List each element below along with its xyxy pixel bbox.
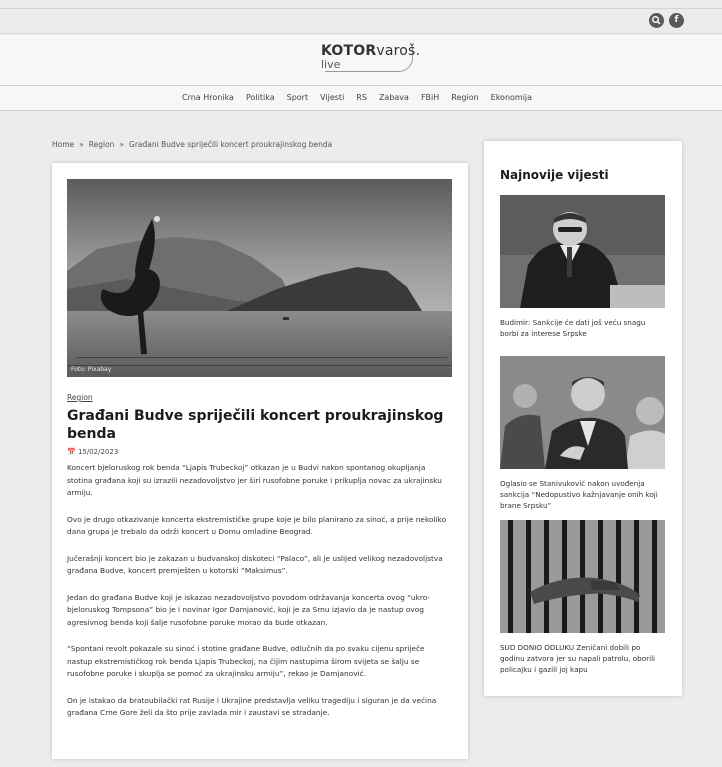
nav-item-fbih[interactable]: FBiH <box>421 93 439 102</box>
nav-item-ekonomija[interactable]: Ekonomija <box>491 93 532 102</box>
sidebar-heading: Najnovije vijesti <box>500 168 609 182</box>
breadcrumb: Home » Region » Građani Budve spriječili… <box>52 140 332 149</box>
nav-item-sport[interactable]: Sport <box>287 93 308 102</box>
news-thumbnail[interactable] <box>500 195 665 308</box>
breadcrumb-current: Građani Budve spriječili koncert proukra… <box>129 140 333 149</box>
article-title: Građani Budve spriječili koncert proukra… <box>67 408 444 442</box>
news-thumbnail[interactable] <box>500 356 665 469</box>
article-date-text: 15/02/2023 <box>77 448 119 456</box>
nav-item-zabava[interactable]: Zabava <box>379 93 409 102</box>
news-thumbnail[interactable] <box>500 520 665 633</box>
nav-item-politika[interactable]: Politika <box>246 93 275 102</box>
article-paragraph: Jedan do građana Budve koji je iskazao n… <box>67 592 431 627</box>
calendar-icon: 📅 <box>67 448 76 456</box>
main-nav: Crna Hronika Politika Sport Vijesti RS Zabava… <box>0 85 722 111</box>
top-bar: f <box>0 8 722 34</box>
search-icon[interactable] <box>649 13 664 28</box>
article-date: 📅 15/02/2023 <box>67 448 118 456</box>
news-item[interactable]: Oglasio se Stanivuković nakon uvođenja s… <box>500 356 665 511</box>
site-logo[interactable]: KOTORvaroš. live <box>321 43 420 73</box>
nav-item-rs[interactable]: RS <box>356 93 367 102</box>
logo-sub: live <box>321 58 341 71</box>
breadcrumb-separator: » <box>119 140 125 149</box>
hero-photo <box>67 179 452 377</box>
article-paragraph: “Spontani revolt pokazale su sinoć i sto… <box>67 644 425 678</box>
breadcrumb-separator: » <box>79 140 84 149</box>
image-credit: Foto: Pixabay <box>71 366 112 373</box>
nav-item-vijesti[interactable]: Vijesti <box>320 93 344 102</box>
article-body: Koncert bjeloruskog rok benda “Ljapis Tr… <box>67 462 452 734</box>
site-header: KOTORvaroš. live <box>0 35 722 85</box>
logo-brand: KOTOR <box>321 43 377 59</box>
article-category[interactable]: Region <box>67 393 93 402</box>
news-caption[interactable]: Oglasio se Stanivuković nakon uvođenja s… <box>500 478 665 511</box>
latest-news-sidebar: Najnovije vijesti Budimir: Sankcije će d… <box>484 141 682 696</box>
article-paragraph: Koncert bjeloruskog rok benda “Ljapis Tr… <box>67 463 442 497</box>
breadcrumb-home[interactable]: Home <box>52 140 74 149</box>
facebook-icon[interactable]: f <box>669 13 684 28</box>
breadcrumb-section[interactable]: Region <box>89 140 115 149</box>
news-caption[interactable]: Budimir: Sankcije će dati još veću snagu… <box>500 317 665 339</box>
nav-list: Crna Hronika Politika Sport Vijesti RS Zabava… <box>182 93 532 102</box>
news-caption[interactable]: SUD DONIO ODLUKU Zeničani dobili po godi… <box>500 642 665 675</box>
logo-brand-suffix: varoš. <box>376 43 421 59</box>
article-card: Foto: Pixabay Region Građani Budve sprij… <box>52 163 468 759</box>
top-icons: f <box>649 13 684 28</box>
nav-item-crna-hronika[interactable]: Crna Hronika <box>182 93 234 102</box>
logo-text: KOTORvaroš. <box>321 43 420 59</box>
article-paragraph: Ovo je drugo otkazivanje koncerta ekstre… <box>67 514 447 537</box>
article-hero-image: Foto: Pixabay <box>67 179 452 377</box>
nav-item-region[interactable]: Region <box>451 93 478 102</box>
article-paragraph: On je istakao da bratoubilački rat Rusij… <box>67 695 437 718</box>
news-item[interactable]: SUD DONIO ODLUKU Zeničani dobili po godi… <box>500 520 665 675</box>
news-item[interactable]: Budimir: Sankcije će dati još veću snagu… <box>500 195 665 339</box>
article-paragraph: Jučerašnji koncert bio je zakazan u budv… <box>67 553 443 576</box>
